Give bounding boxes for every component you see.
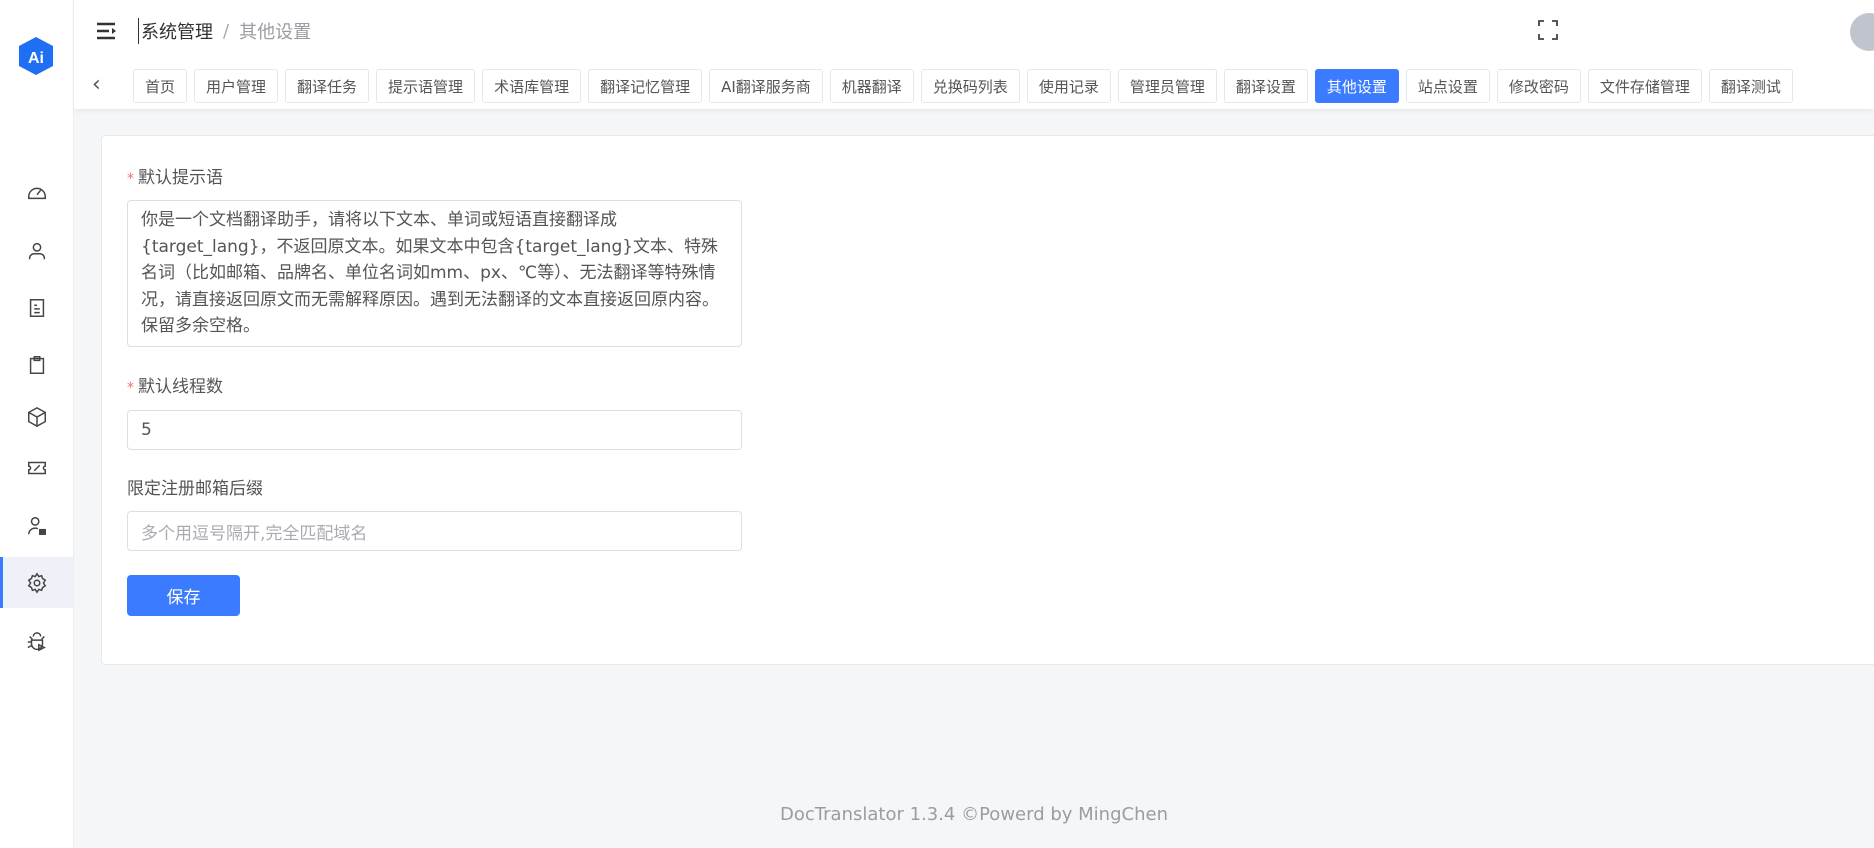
sidebar-item-users[interactable] [0, 225, 73, 276]
tab-15[interactable]: 文件存储管理 [1587, 69, 1702, 103]
footer-text: DocTranslator 1.3.4 ©Powerd by MingChen [780, 804, 1168, 825]
header: 系统管理 / 其他设置 ‹ 首页 用户管理 翻译任务 提示语管理 术语库管理 翻译记忆管理… [74, 0, 1874, 109]
dashboard-icon [27, 187, 46, 199]
tab-5[interactable]: 翻译记忆管理 [588, 69, 703, 103]
tab-10[interactable]: 管理员管理 [1117, 69, 1217, 103]
breadcrumb-parent[interactable]: 系统管理 [138, 18, 213, 44]
sidebar-item-test[interactable] [0, 616, 73, 667]
app-logo: Ai [19, 37, 53, 75]
menu-fold-icon[interactable] [96, 21, 118, 41]
tab-9[interactable]: 使用记录 [1026, 69, 1111, 103]
tab-0[interactable]: 首页 [133, 69, 188, 103]
required-mark: * [127, 380, 134, 396]
tab-11[interactable]: 翻译设置 [1223, 69, 1308, 103]
required-mark: * [127, 171, 134, 187]
coupon-icon [27, 461, 46, 474]
tab-16[interactable]: 翻译测试 [1708, 69, 1793, 103]
tabs-scroll-left-icon[interactable]: ‹ [92, 72, 101, 97]
fullscreen-icon[interactable] [1537, 19, 1559, 41]
sidebar-item-tasks[interactable] [0, 339, 73, 390]
breadcrumb-current: 其他设置 [239, 22, 312, 43]
tab-14[interactable]: 修改密码 [1496, 69, 1581, 103]
sidebar-item-dashboard[interactable] [0, 166, 73, 217]
svg-text:Ai: Ai [28, 50, 44, 67]
sidebar-item-settings[interactable] [0, 557, 73, 608]
tab-2[interactable]: 翻译任务 [285, 69, 370, 103]
user-icon [28, 242, 45, 259]
user-lock-icon [27, 516, 46, 535]
threads-label: * 默认线程数 [127, 372, 223, 397]
sidebar-item-coupons[interactable] [0, 442, 73, 493]
avatar[interactable] [1850, 13, 1874, 51]
breadcrumb: 系统管理 / 其他设置 [138, 18, 311, 44]
tab-4[interactable]: 术语库管理 [482, 69, 582, 103]
default-threads-input[interactable]: 5 [127, 410, 742, 450]
prompt-label: * 默认提示语 [127, 163, 223, 188]
tab-bar: 首页 用户管理 翻译任务 提示语管理 术语库管理 翻译记忆管理 AI翻译服务商 机器翻译 兑换码… [133, 69, 1793, 103]
email-suffix-input[interactable]: 多个用逗号隔开,完全匹配域名 [127, 511, 742, 551]
tab-8[interactable]: 兑换码列表 [920, 69, 1020, 103]
sidebar-item-admins[interactable] [0, 500, 73, 551]
box-icon [27, 406, 46, 427]
sidebar-item-documents[interactable] [0, 282, 73, 333]
tab-6[interactable]: AI翻译服务商 [709, 69, 823, 103]
sidebar-item-packages[interactable] [0, 391, 73, 442]
tab-3[interactable]: 提示语管理 [376, 69, 476, 103]
clipboard-icon [29, 355, 44, 374]
tab-12[interactable]: 其他设置 [1314, 69, 1399, 103]
default-prompt-textarea[interactable]: 你是一个文档翻译助手，请将以下文本、单词或短语直接翻译成{target_lang… [127, 200, 742, 347]
gear-icon [27, 572, 46, 593]
sidebar: Ai [0, 0, 74, 848]
tab-7[interactable]: 机器翻译 [829, 69, 914, 103]
bug-play-icon [27, 631, 46, 651]
tab-1[interactable]: 用户管理 [194, 69, 279, 103]
breadcrumb-separator: / [223, 20, 230, 42]
document-icon [29, 298, 44, 317]
tab-13[interactable]: 站点设置 [1405, 69, 1490, 103]
threads-label-text: 默认线程数 [138, 377, 223, 397]
prompt-label-text: 默认提示语 [138, 168, 223, 188]
email-suffix-label: 限定注册邮箱后缀 [127, 479, 263, 499]
save-button[interactable]: 保存 [127, 575, 240, 616]
